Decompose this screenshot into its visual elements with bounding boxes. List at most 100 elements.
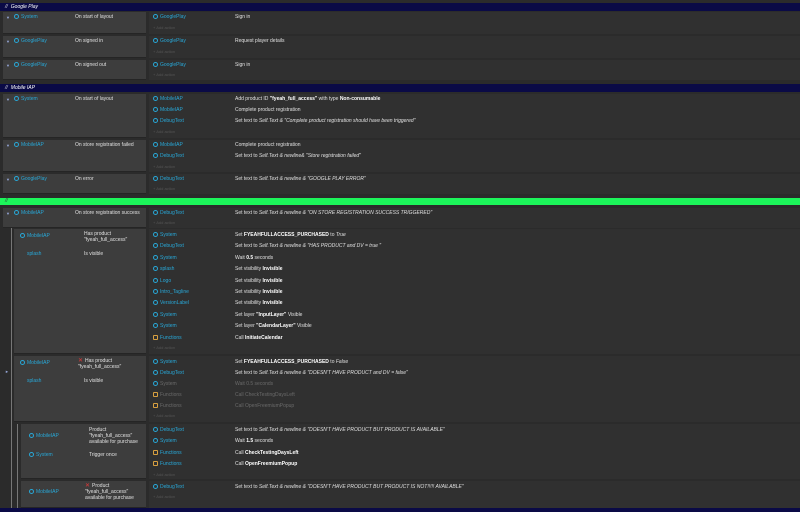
event-conditions[interactable]: ▼ MobileIAP On store registration failed — [3, 140, 146, 172]
event-actions[interactable]: DebugText Set text to Self.Text & newline… — [149, 481, 800, 508]
action-row[interactable]: System Wait 0.5 seconds — [153, 379, 793, 390]
sub-event-block[interactable]: MobileIAP ✕ Has product "fyeah_full_acces… — [14, 356, 800, 422]
action-row[interactable]: Logo Set visibility Invisible — [153, 276, 793, 287]
condition[interactable]: MobileIAP On store registration failed — [14, 140, 144, 151]
add-action-link[interactable]: + Add action — [153, 163, 175, 171]
condition[interactable]: MobileIAP ✕ Has product "fyeah_full_acces… — [20, 358, 144, 378]
condition[interactable]: System On start of layout — [14, 94, 144, 105]
action-row[interactable]: System Wait 1.5 seconds — [153, 436, 793, 447]
action-row[interactable]: Intro_TagIine Set visibility Invisible — [153, 287, 793, 298]
event-actions[interactable]: System Set FYEAHFULLACCESS_PURCHASED to F… — [149, 356, 800, 422]
event-actions[interactable]: GooglePlay Sign in + Add action — [149, 60, 800, 80]
event-block[interactable]: ▼ System On start of layout MobileIAP Ad… — [3, 94, 800, 138]
event-actions[interactable]: DebugText Set text to Self.Text & newline… — [149, 424, 800, 479]
action-row[interactable]: MobileIAP Add product ID "fyeah_full_acc… — [153, 94, 793, 105]
event-block[interactable]: ▼ System On start of layout GooglePlay S… — [3, 12, 800, 34]
event-conditions[interactable]: MobileIAP Has product "fyeah_full_access… — [14, 229, 146, 354]
event-conditions[interactable]: ▼ GooglePlay On error — [3, 174, 146, 194]
add-action-link[interactable]: + Add action — [153, 48, 175, 56]
add-action-link[interactable]: + Add action — [153, 344, 175, 352]
event-conditions[interactable]: ▼ GooglePlay On signed in — [3, 36, 146, 58]
action-row[interactable]: DebugText Set text to Self.Text & newline… — [153, 368, 793, 379]
action-row[interactable]: DebugText Set text to Self.Text & "Compl… — [153, 116, 793, 127]
event-conditions[interactable]: MobileIAP ✕ Product "fyeah_full_access" a… — [21, 481, 146, 508]
event-block[interactable]: ▼ GooglePlay On signed in GooglePlay Req… — [3, 36, 800, 58]
action-row[interactable]: DebugText Set text to Self.Text & newlin… — [153, 174, 793, 185]
action-row[interactable]: Functions Call InitiateCalendar — [153, 333, 793, 344]
event-block[interactable]: ▼ MobileIAP On store registration failed… — [3, 140, 800, 172]
event-conditions[interactable]: ▼ System On start of layout — [3, 12, 146, 34]
event-conditions[interactable]: ▼ MobileIAP On store registration succes… — [3, 208, 146, 228]
condition[interactable]: MobileIAP On store registration success — [14, 208, 144, 219]
collapse-arrow-icon[interactable]: ▼ — [6, 97, 10, 102]
action-row[interactable]: System Set FYEAHFULLACCESS_PURCHASED to F… — [153, 357, 793, 368]
condition[interactable]: System On start of layout — [14, 12, 144, 23]
action-row[interactable]: DebugText Set text to Self.Text & newline… — [153, 241, 793, 252]
event-conditions[interactable]: ▼ System On start of layout — [3, 94, 146, 138]
collapse-arrow-icon[interactable]: ▼ — [6, 39, 10, 44]
action-row[interactable]: System Set FYEAHFULLACCESS_PURCHASED to T… — [153, 230, 793, 241]
object-name: System — [14, 12, 38, 23]
event-actions[interactable]: DebugText Set text to Self.Text & newlin… — [149, 208, 800, 228]
action-row[interactable]: MobileIAP Complete product registration — [153, 105, 793, 116]
event-block[interactable]: ▼ GooglePlay On signed out GooglePlay Si… — [3, 60, 800, 80]
action-row[interactable]: System Set layer "InputLayer" Visible — [153, 310, 793, 321]
event-actions[interactable]: MobileIAP Add product ID "fyeah_full_acc… — [149, 94, 800, 138]
condition[interactable]: MobileIAP Has product "fyeah_full_access… — [20, 231, 144, 251]
condition[interactable]: System Trigger once — [29, 450, 144, 461]
sub-event-block[interactable]: MobileIAP ✕ Product "fyeah_full_access" a… — [21, 481, 800, 508]
sub-event-block[interactable]: MobileIAP Has product "fyeah_full_access… — [14, 229, 800, 354]
action-row[interactable]: GooglePlay Request player details — [153, 36, 793, 47]
add-action-link[interactable]: + Add action — [153, 219, 175, 227]
action-row[interactable]: Functions Call CheckTestingDaysLeft — [153, 390, 793, 401]
add-action-link[interactable]: + Add action — [153, 471, 175, 479]
event-block[interactable]: ▼ MobileIAP On store registration succes… — [3, 208, 800, 228]
action-row[interactable]: MobileIAP Complete product registration — [153, 140, 793, 151]
event-block[interactable]: ▼ GooglePlay On error DebugText Set text… — [3, 174, 800, 194]
group-header-green[interactable]: // — [0, 198, 800, 205]
add-action-link[interactable]: + Add action — [153, 185, 175, 193]
add-action-link[interactable]: + Add action — [153, 71, 175, 79]
action-row[interactable]: DebugText Set text to Self.Text & newlin… — [153, 151, 793, 162]
action-row[interactable]: System Wait 0.5 seconds — [153, 253, 793, 264]
collapse-arrow-icon[interactable]: ▼ — [6, 15, 10, 20]
action-row[interactable]: Functions Call CheckTestingDaysLeft — [153, 448, 793, 459]
condition[interactable]: GooglePlay On signed in — [14, 36, 144, 47]
action-row[interactable]: System Set layer "CalendarLayer" Visible — [153, 321, 793, 332]
event-conditions[interactable]: ▼ GooglePlay On signed out — [3, 60, 146, 80]
action-row[interactable]: GooglePlay Sign in — [153, 60, 793, 71]
collapse-arrow-icon[interactable]: ▼ — [6, 143, 10, 148]
action-row[interactable]: DebugText Set text to Self.Text & newline… — [153, 482, 793, 493]
action-row[interactable]: DebugText Set text to Self.Text & newline… — [153, 425, 793, 436]
condition[interactable]: MobileIAP ✕ Product "fyeah_full_access" a… — [29, 483, 144, 507]
collapse-arrow-icon[interactable]: ▼ — [6, 63, 10, 68]
event-actions[interactable]: GooglePlay Request player details + Add … — [149, 36, 800, 58]
action-row[interactable]: DebugText Set text to Self.Text & newlin… — [153, 208, 793, 219]
action-row[interactable]: splash Set visibility Invisible — [153, 264, 793, 275]
action-row[interactable]: Functions Call OpenFreemiumPopup — [153, 459, 793, 470]
expand-arrow-icon[interactable]: ► — [5, 369, 9, 374]
action-row[interactable]: Functions Call OpenFreemiumPopup — [153, 401, 793, 412]
add-action-link[interactable]: + Add action — [153, 128, 175, 136]
action-row[interactable]: GooglePlay Sign in — [153, 12, 793, 23]
add-action-link[interactable]: + Add action — [153, 493, 175, 501]
sub-event-block[interactable]: MobileIAP Product "fyeah_full_access" av… — [21, 424, 800, 479]
add-action-link[interactable]: + Add action — [153, 412, 175, 420]
event-conditions[interactable]: MobileIAP ✕ Has product "fyeah_full_acces… — [14, 356, 146, 422]
group-header-google-play[interactable]: //Google Play — [0, 3, 800, 11]
object-name: GooglePlay — [14, 60, 47, 71]
event-conditions[interactable]: MobileIAP Product "fyeah_full_access" av… — [21, 424, 146, 479]
event-actions[interactable]: System Set FYEAHFULLACCESS_PURCHASED to T… — [149, 229, 800, 354]
condition[interactable]: splash Is visible — [20, 376, 144, 387]
condition[interactable]: splash Is visible — [20, 249, 144, 260]
action-row[interactable]: VersionLabel Set visibility Invisible — [153, 298, 793, 309]
event-actions[interactable]: GooglePlay Sign in + Add action — [149, 12, 800, 34]
condition[interactable]: GooglePlay On signed out — [14, 60, 144, 71]
event-actions[interactable]: MobileIAP Complete product registration … — [149, 140, 800, 172]
collapse-arrow-icon[interactable]: ▼ — [6, 177, 10, 182]
event-actions[interactable]: DebugText Set text to Self.Text & newlin… — [149, 174, 800, 194]
add-action-link[interactable]: + Add action — [153, 24, 175, 32]
group-header-mobile-iap[interactable]: //Mobile IAP — [0, 84, 800, 92]
condition[interactable]: GooglePlay On error — [14, 174, 144, 185]
collapse-arrow-icon[interactable]: ▼ — [6, 211, 10, 216]
